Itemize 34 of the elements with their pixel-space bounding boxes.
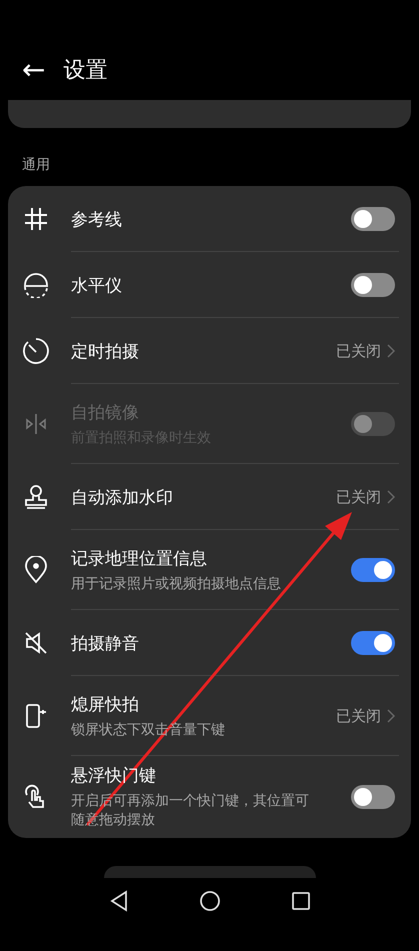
phone-button-icon <box>23 703 49 729</box>
setting-title: 自动添加水印 <box>71 486 173 508</box>
page-title: 设置 <box>63 57 108 85</box>
setting-value: 已关闭 <box>336 488 381 506</box>
mute-icon <box>23 630 49 656</box>
back-button[interactable]: ← <box>22 56 46 84</box>
setting-title: 参考线 <box>71 208 122 230</box>
toggle-switch[interactable] <box>351 558 395 582</box>
mirror-icon <box>23 411 49 437</box>
location-pin-icon <box>23 556 49 584</box>
timer-icon <box>22 337 50 365</box>
setting-title: 记录地理位置信息 <box>71 548 207 570</box>
grid-icon <box>23 206 49 232</box>
chevron-right-icon <box>387 344 395 358</box>
stamp-icon <box>23 484 49 510</box>
section-header: 通用 <box>21 156 51 175</box>
toggle-switch[interactable] <box>351 273 395 297</box>
setting-title: 定时拍摄 <box>71 340 139 362</box>
level-icon <box>23 272 49 298</box>
toggle-switch[interactable] <box>351 631 395 655</box>
chevron-right-icon <box>387 709 395 723</box>
recents-nav-icon[interactable] <box>290 891 310 911</box>
setting-title: 水平仪 <box>71 274 122 296</box>
toggle-switch[interactable] <box>351 785 395 809</box>
back-nav-icon[interactable] <box>108 890 128 912</box>
home-nav-icon[interactable] <box>198 890 220 912</box>
toggle-switch[interactable] <box>351 207 395 231</box>
chevron-right-icon <box>387 490 395 504</box>
setting-title: 熄屏快拍 <box>71 694 139 716</box>
setting-value: 已关闭 <box>336 706 381 726</box>
setting-value: 已关闭 <box>336 342 381 360</box>
setting-description: 用于记录照片或视频拍摄地点信息 <box>71 574 281 594</box>
setting-title: 自拍镜像 <box>71 402 139 424</box>
setting-title: 拍摄静音 <box>71 632 139 654</box>
